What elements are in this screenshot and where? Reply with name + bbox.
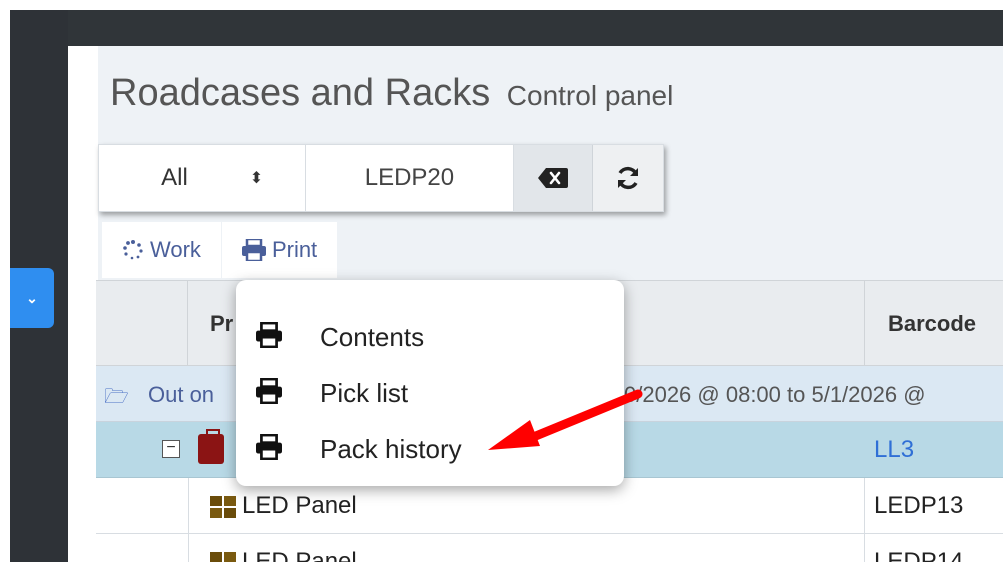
column-divider [188,534,189,562]
backspace-icon [537,168,568,188]
print-button[interactable]: Print [220,222,338,278]
header-cell-product[interactable]: Pr [210,311,233,337]
page-title: Roadcases and Racks Control panel [110,72,673,115]
group-row-label: Out on [148,382,215,407]
printer-icon [256,378,282,404]
work-button-label: Work [150,237,201,262]
page-title-text: Roadcases and Racks [110,72,491,114]
action-toolbar: Work Print [102,222,338,278]
annotation-arrow [488,389,643,450]
table-row[interactable]: LED Panel LEDP14 [96,534,1003,562]
item-name: LED Panel [242,548,357,562]
status-select-value: All [161,164,188,191]
menu-item-contents[interactable]: Contents [236,310,624,362]
roadcase-icon [198,429,224,464]
spinner-icon [123,240,143,260]
menu-item-label: Pack history [320,434,462,464]
chevron-down-icon: ⌄ [26,289,38,306]
menu-item-label: Pick list [320,378,409,408]
header-divider [864,281,865,367]
refresh-button[interactable] [593,145,663,211]
printer-icon [241,239,266,261]
sidebar-toggle-button[interactable]: ⌄ [10,268,54,328]
table-row[interactable]: LED Panel LEDP13 [96,478,1003,534]
grid-icon [210,496,236,518]
grid-icon [210,552,236,562]
header-cell-toggle [96,281,188,367]
search-input[interactable]: LEDP20 [306,145,514,211]
item-barcode: LEDP14 [874,548,964,562]
header-cell-barcode[interactable]: Barcode [888,311,976,337]
column-divider [188,478,189,534]
column-divider [864,534,865,562]
top-navbar [68,10,1003,46]
folder-open-icon: 🗁 [104,386,129,408]
printer-icon [256,434,282,460]
page-subtitle: Control panel [506,80,674,111]
item-barcode: LEDP13 [874,492,964,519]
work-button[interactable]: Work [102,222,221,278]
refresh-icon [618,166,639,190]
print-button-label: Print [271,237,318,262]
filter-bar: All ⬍ LEDP20 [98,144,664,212]
menu-item-label: Contents [320,322,425,352]
barcode-link[interactable]: LL3 [874,436,914,464]
printer-icon [256,322,282,348]
collapse-toggle[interactable]: − [162,440,180,458]
status-select[interactable]: All ⬍ [99,145,307,211]
select-arrows-icon: ⬍ [249,170,264,187]
item-name: LED Panel [242,492,357,519]
column-divider [864,478,865,534]
search-input-value: LEDP20 [364,164,455,191]
clear-search-button[interactable] [513,145,594,211]
group-row-dates: 0/2026 @ 08:00 to 5/1/2026 @ [624,382,926,407]
